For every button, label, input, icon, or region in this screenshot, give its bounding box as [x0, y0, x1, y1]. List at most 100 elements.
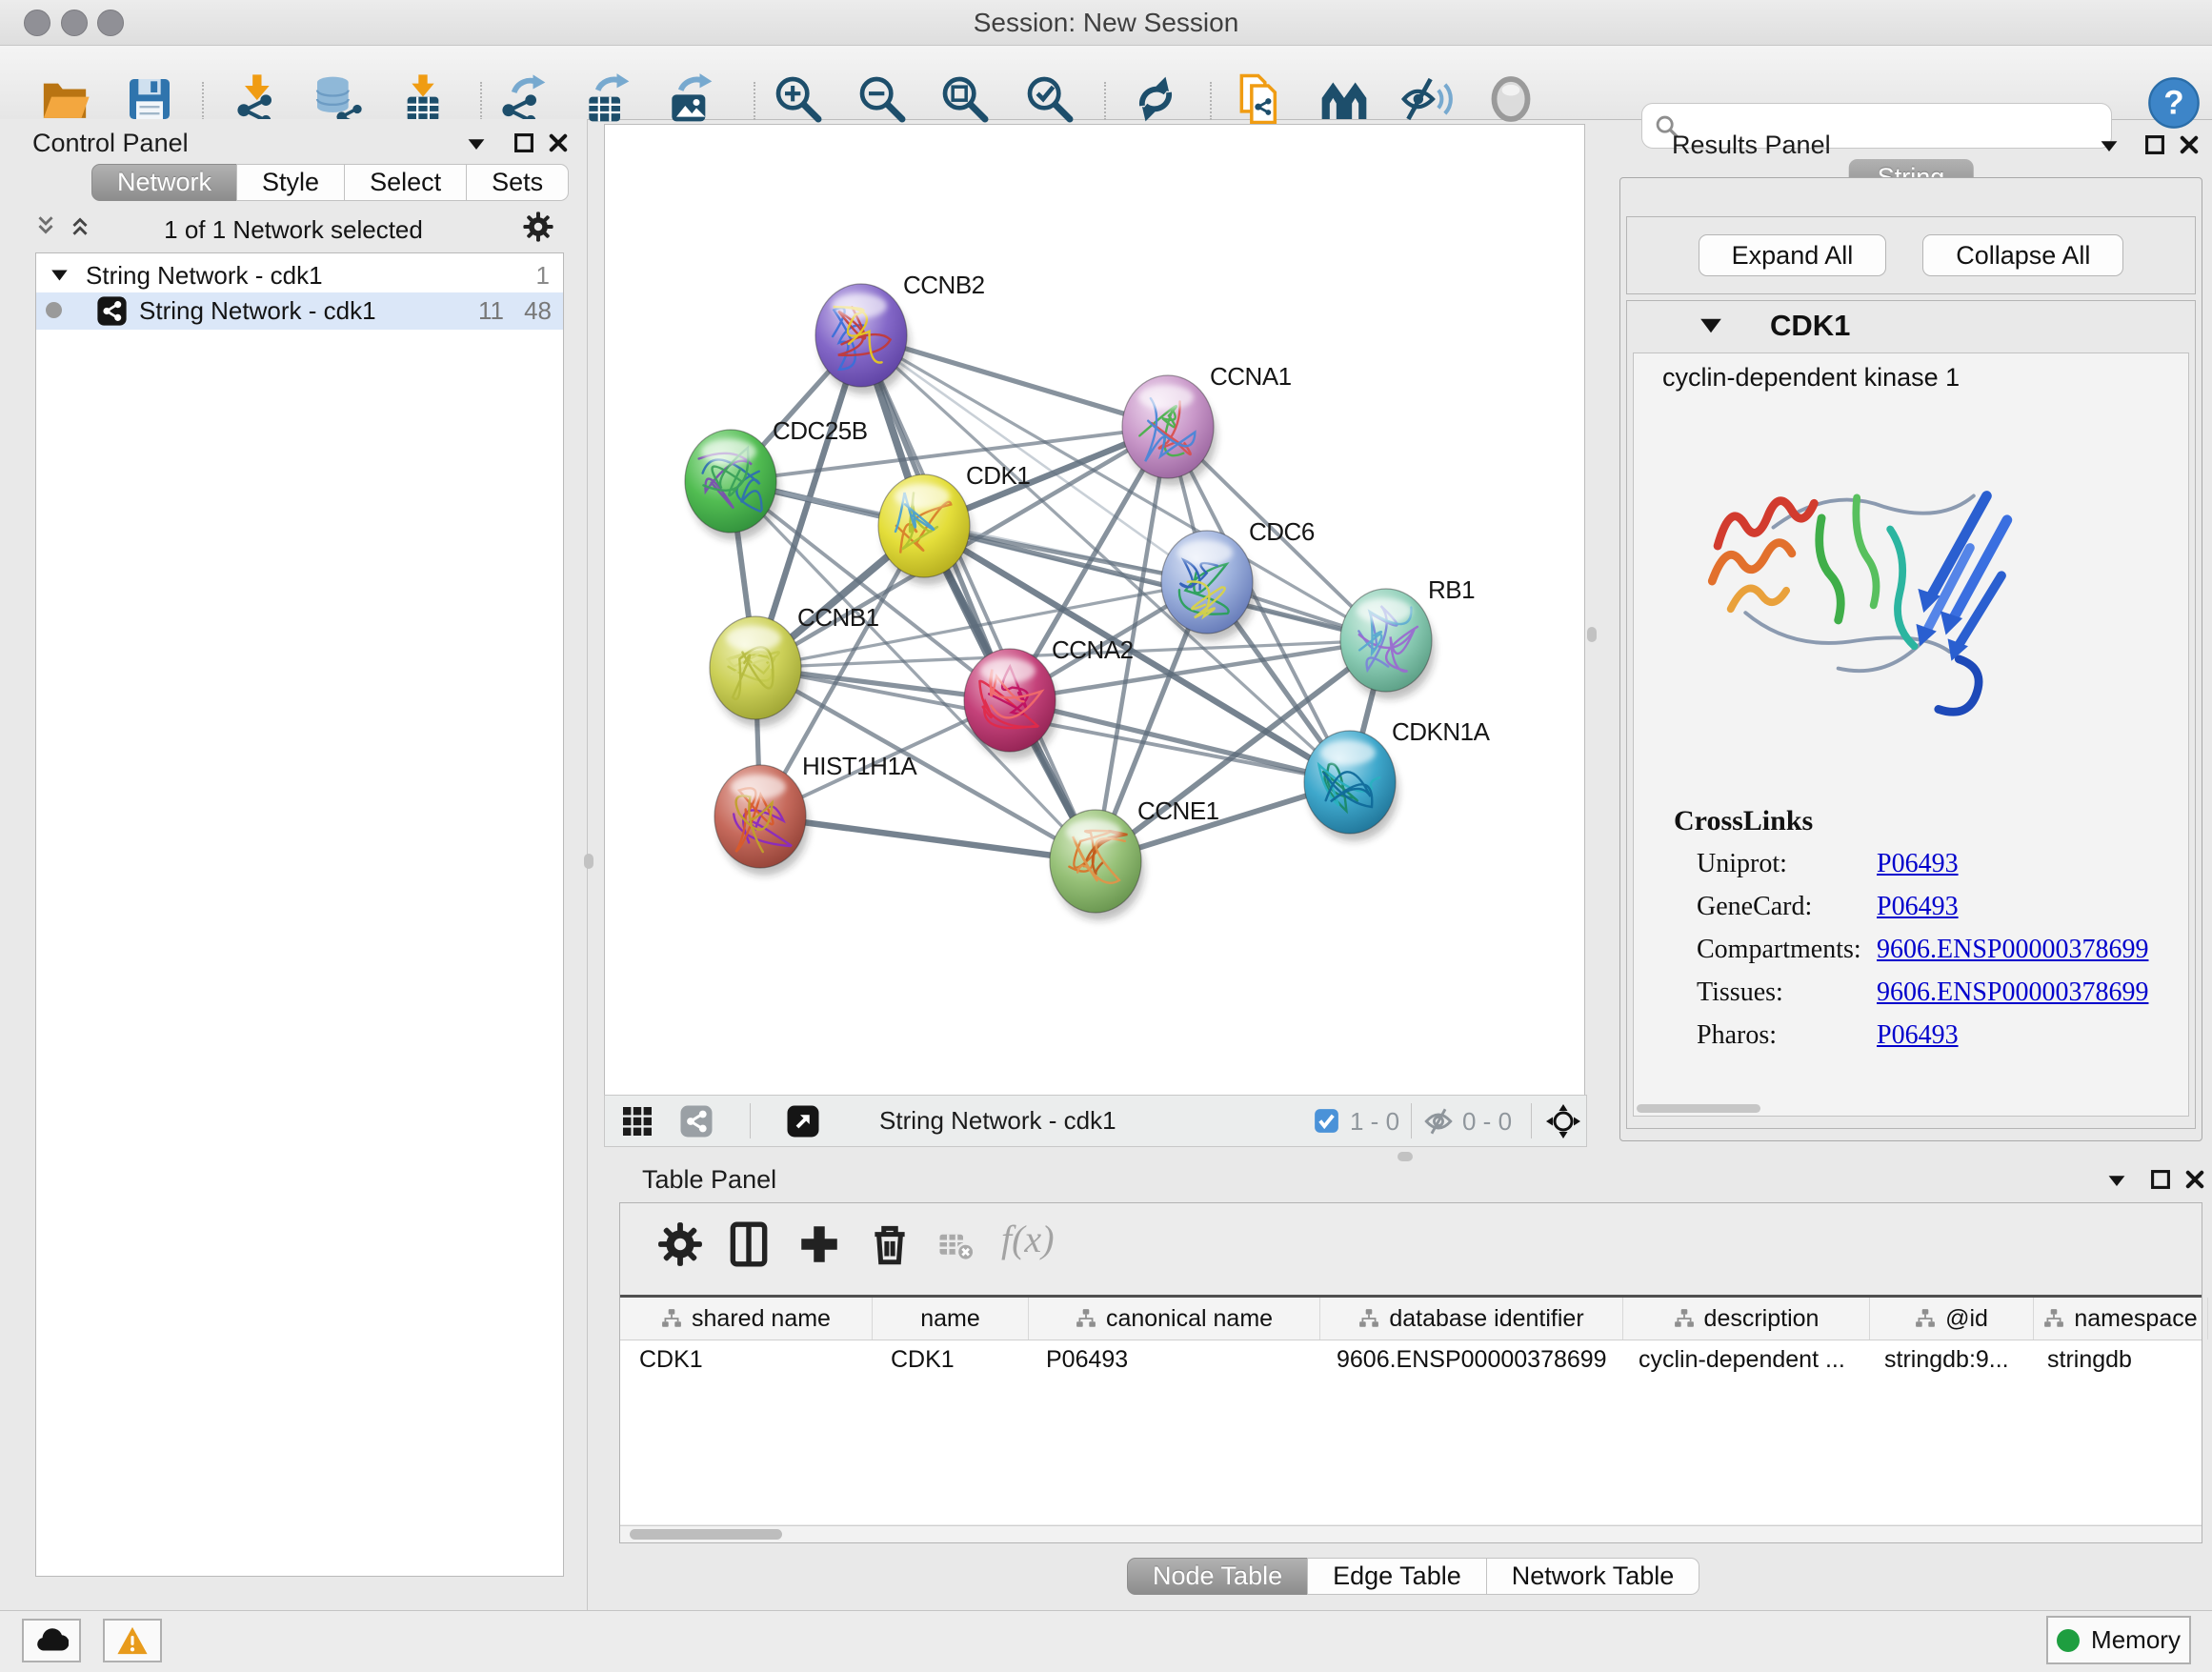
- right-splitter-handle[interactable]: [1587, 627, 1597, 642]
- open-session-button[interactable]: [38, 72, 91, 126]
- export-table-button[interactable]: [580, 72, 633, 126]
- tab-sets[interactable]: Sets: [466, 164, 569, 201]
- crosslink-link[interactable]: 9606.ENSP00000378699: [1877, 977, 2148, 1008]
- table-row[interactable]: CDK1CDK1P064939606.ENSP00000378699cyclin…: [620, 1340, 2202, 1380]
- table-cell[interactable]: cyclin-dependent ...: [1619, 1340, 1865, 1380]
- tab-edge-table[interactable]: Edge Table: [1307, 1558, 1487, 1595]
- caret-down-icon[interactable]: [1699, 316, 1722, 340]
- table-gear-icon[interactable]: [656, 1220, 704, 1268]
- crosslink-row: GeneCard:P06493: [1634, 892, 2188, 935]
- panel-menu-icon[interactable]: [2105, 1169, 2128, 1192]
- import-network-button[interactable]: [231, 72, 285, 126]
- warning-button[interactable]: [103, 1619, 162, 1662]
- panel-close-icon[interactable]: [547, 131, 570, 154]
- refresh-layout-button[interactable]: [1129, 72, 1182, 126]
- crosslink-link[interactable]: P06493: [1877, 1020, 1959, 1051]
- table-cell[interactable]: CDK1: [620, 1340, 872, 1380]
- caret-down-icon[interactable]: [50, 263, 70, 292]
- import-table-button[interactable]: [396, 72, 450, 126]
- panel-menu-icon[interactable]: [465, 132, 488, 155]
- table-cell[interactable]: 9606.ENSP00000378699: [1317, 1340, 1619, 1380]
- network-view-icon[interactable]: [679, 1104, 714, 1138]
- tab-node-table[interactable]: Node Table: [1127, 1558, 1308, 1595]
- network-node[interactable]: CCNB2: [815, 271, 985, 394]
- results-scrollbar-thumb[interactable]: [1637, 1104, 1760, 1113]
- zoom-out-button[interactable]: [855, 72, 909, 126]
- gear-icon[interactable]: [522, 211, 554, 243]
- network-overview-button[interactable]: [1317, 72, 1371, 126]
- table-cell[interactable]: CDK1: [872, 1340, 1027, 1380]
- zoom-selected-button[interactable]: [1023, 72, 1076, 126]
- column-header[interactable]: @id: [1870, 1298, 2034, 1340]
- panel-float-icon[interactable]: [2143, 133, 2166, 156]
- node-label: CCNB1: [797, 603, 879, 632]
- table-hscrollbar-thumb[interactable]: [630, 1529, 782, 1540]
- column-header[interactable]: description: [1623, 1298, 1870, 1340]
- network-node[interactable]: CDC25B: [685, 416, 868, 540]
- memory-label: Memory: [2091, 1625, 2181, 1655]
- export-image-button[interactable]: [663, 72, 716, 126]
- crosslink-link[interactable]: 9606.ENSP00000378699: [1877, 935, 2148, 965]
- annotation-button[interactable]: [1233, 72, 1286, 126]
- memory-button[interactable]: Memory: [2046, 1616, 2191, 1664]
- network-node[interactable]: RB1: [1340, 575, 1475, 699]
- zoom-fit-button[interactable]: [938, 72, 992, 126]
- bottom-splitter-handle[interactable]: [1398, 1152, 1413, 1161]
- table-cell[interactable]: P06493: [1027, 1340, 1317, 1380]
- panel-close-icon[interactable]: [2178, 133, 2201, 156]
- selected-checkbox-icon[interactable]: [1314, 1108, 1339, 1134]
- crosslink-link[interactable]: P06493: [1877, 892, 1959, 922]
- zoom-in-button[interactable]: [772, 72, 825, 126]
- function-builder-icon[interactable]: f(x): [1001, 1217, 1055, 1261]
- crosshair-icon[interactable]: [1544, 1102, 1582, 1140]
- panel-close-icon[interactable]: [2183, 1168, 2206, 1191]
- network-edge[interactable]: [760, 816, 1096, 861]
- delete-table-icon[interactable]: [936, 1226, 976, 1266]
- tab-select[interactable]: Select: [344, 164, 467, 201]
- expand-all-button[interactable]: Expand All: [1699, 234, 1887, 276]
- panel-float-icon[interactable]: [2149, 1168, 2172, 1191]
- column-header[interactable]: database identifier: [1320, 1298, 1623, 1340]
- save-session-button[interactable]: [123, 72, 176, 126]
- table-hscrollbar[interactable]: [620, 1525, 2202, 1542]
- grid-view-icon[interactable]: [620, 1104, 654, 1138]
- eye-button[interactable]: [1484, 72, 1538, 126]
- tab-style[interactable]: Style: [236, 164, 345, 201]
- hide-show-button[interactable]: [1399, 72, 1453, 126]
- hidden-eye-icon[interactable]: [1422, 1105, 1455, 1138]
- network-edge[interactable]: [861, 335, 1096, 861]
- panel-float-icon[interactable]: [513, 131, 535, 154]
- goto-network-icon[interactable]: [786, 1104, 820, 1138]
- column-header[interactable]: shared name: [620, 1298, 873, 1340]
- protein-section: CDK1 cyclin-dependent kinase 1: [1626, 300, 2196, 1129]
- cloud-button[interactable]: [22, 1619, 81, 1662]
- node-label: CCNA1: [1210, 362, 1292, 391]
- network-node[interactable]: CCNE1: [1050, 796, 1219, 920]
- network-canvas[interactable]: CCNB2CCNA1CDC25BCDK1CDC6RB1CCNB1CCNA2CDK…: [604, 124, 1585, 1096]
- table-cell[interactable]: stringdb:9...: [1865, 1340, 2028, 1380]
- network-view-toolbar: String Network - cdk1 1 - 0 0 - 0: [604, 1095, 1587, 1147]
- panel-menu-icon[interactable]: [2098, 134, 2121, 157]
- column-header[interactable]: namespace: [2034, 1298, 2208, 1340]
- export-network-button[interactable]: [496, 72, 550, 126]
- network-collection-row[interactable]: String Network - cdk1 1: [36, 261, 563, 295]
- network-node[interactable]: CDC6: [1161, 517, 1315, 641]
- delete-column-icon[interactable]: [866, 1220, 914, 1268]
- column-header[interactable]: name: [873, 1298, 1029, 1340]
- tab-network[interactable]: Network: [91, 164, 237, 201]
- left-splitter-handle[interactable]: [584, 854, 593, 869]
- column-header[interactable]: canonical name: [1029, 1298, 1320, 1340]
- network-node[interactable]: CDKN1A: [1304, 717, 1491, 841]
- selected-count: 1 - 0: [1350, 1107, 1399, 1137]
- import-database-button[interactable]: [311, 72, 364, 126]
- network-node[interactable]: HIST1H1A: [714, 752, 917, 876]
- show-columns-icon[interactable]: [725, 1220, 773, 1268]
- protein-section-header[interactable]: CDK1: [1627, 301, 2195, 351]
- app-status-bar: Memory: [0, 1610, 2212, 1672]
- table-cell[interactable]: stringdb: [2028, 1340, 2202, 1380]
- collapse-all-button[interactable]: Collapse All: [1922, 234, 2123, 276]
- crosslink-link[interactable]: P06493: [1877, 849, 1959, 879]
- add-column-icon[interactable]: [795, 1220, 843, 1268]
- network-row-selected[interactable]: String Network - cdk1 11 48: [36, 292, 563, 330]
- tab-network-table[interactable]: Network Table: [1486, 1558, 1700, 1595]
